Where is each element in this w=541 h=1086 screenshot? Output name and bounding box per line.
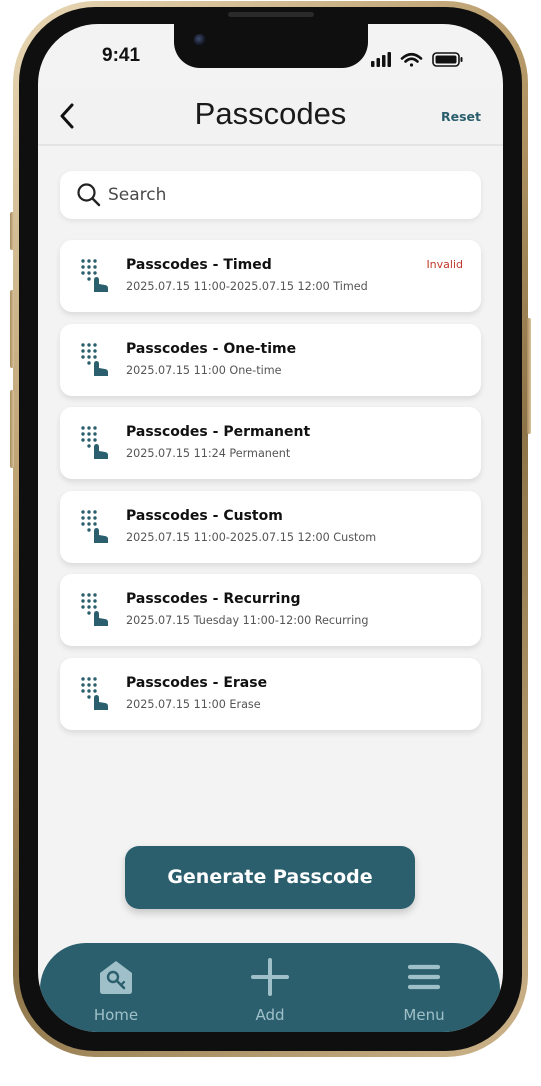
passcode-title: Passcodes - Recurring <box>126 591 301 608</box>
reset-button[interactable]: Reset <box>441 109 481 124</box>
nav-item-home[interactable]: Home <box>66 957 166 1027</box>
passcode-detail: 2025.07.15 Tuesday 11:00-12:00 Recurring <box>126 614 369 628</box>
search-box[interactable] <box>60 171 481 219</box>
nav-label-add: Add <box>255 1006 285 1024</box>
search-input[interactable] <box>108 181 458 209</box>
volume-up-button <box>10 290 14 368</box>
passcode-detail: 2025.07.15 11:00 One-time <box>126 363 282 377</box>
passcode-item-custom[interactable]: Passcodes - Custom 2025.07.15 11:00-2025… <box>60 490 481 563</box>
keypad-touch-icon <box>81 426 108 460</box>
passcode-title: Passcodes - Erase <box>126 674 268 691</box>
generate-passcode-button[interactable]: Generate Passcode <box>125 846 415 909</box>
keypad-touch-icon <box>81 677 108 710</box>
passcode-detail: 2025.07.15 11:24 Permanent <box>126 447 291 461</box>
hamburger-menu-icon <box>407 964 441 990</box>
nav-label-home: Home <box>93 1006 139 1024</box>
side-button <box>10 212 14 250</box>
battery-icon <box>432 52 463 67</box>
page-title: Passcodes <box>194 96 347 131</box>
power-button <box>527 318 531 434</box>
passcode-item-timed[interactable]: Passcodes - Timed 2025.07.15 11:00-2025.… <box>60 240 481 312</box>
notch <box>174 24 368 68</box>
home-key-icon <box>100 961 132 994</box>
passcode-item-erase[interactable]: Passcodes - Erase 2025.07.15 11:00 Erase <box>60 657 481 730</box>
passcode-item-recurring[interactable]: Passcodes - Recurring 2025.07.15 Tuesday… <box>60 574 481 647</box>
screen: 9:41 Passcodes Reset Search Passcodes - … <box>38 24 503 1032</box>
passcode-item-permanent[interactable]: Passcodes - Permanent 2025.07.15 11:24 P… <box>60 407 481 480</box>
nav-item-menu[interactable]: Menu <box>374 957 474 1027</box>
status-time: 9:41 <box>102 45 141 66</box>
status-icons <box>371 52 463 67</box>
nav-label-menu: Menu <box>403 1006 445 1024</box>
wifi-icon <box>400 52 423 67</box>
camera <box>194 34 206 46</box>
cellular-signal-icon <box>371 52 391 67</box>
passcode-detail: 2025.07.15 11:00-2025.07.15 12:00 Timed <box>126 280 368 293</box>
volume-down-button <box>10 390 14 468</box>
bottom-nav: Home Add Menu <box>40 943 500 1032</box>
passcode-list: Passcodes - Timed 2025.07.15 11:00-2025.… <box>60 240 481 742</box>
nav-item-add[interactable]: Add <box>220 957 320 1027</box>
passcode-detail: 2025.07.15 11:00 Erase <box>126 697 261 711</box>
plus-icon <box>251 958 289 996</box>
passcode-title: Passcodes - Permanent <box>126 424 311 441</box>
search-icon <box>77 183 101 207</box>
passcode-title: Passcodes - Custom <box>126 507 283 524</box>
passcode-title: Passcodes - Timed <box>126 257 272 273</box>
keypad-touch-icon <box>81 259 108 292</box>
passcode-detail: 2025.07.15 11:00-2025.07.15 12:00 Custom <box>126 530 377 544</box>
speaker <box>228 12 314 17</box>
status-badge: Invalid <box>426 258 463 271</box>
keypad-touch-icon <box>81 593 108 627</box>
keypad-touch-icon <box>81 510 108 543</box>
passcode-item-one-time[interactable]: Passcodes - One-time 2025.07.15 11:00 On… <box>60 323 481 396</box>
header: Passcodes Reset <box>38 88 503 146</box>
passcode-title: Passcodes - One-time <box>126 340 297 357</box>
keypad-touch-icon <box>81 342 108 376</box>
